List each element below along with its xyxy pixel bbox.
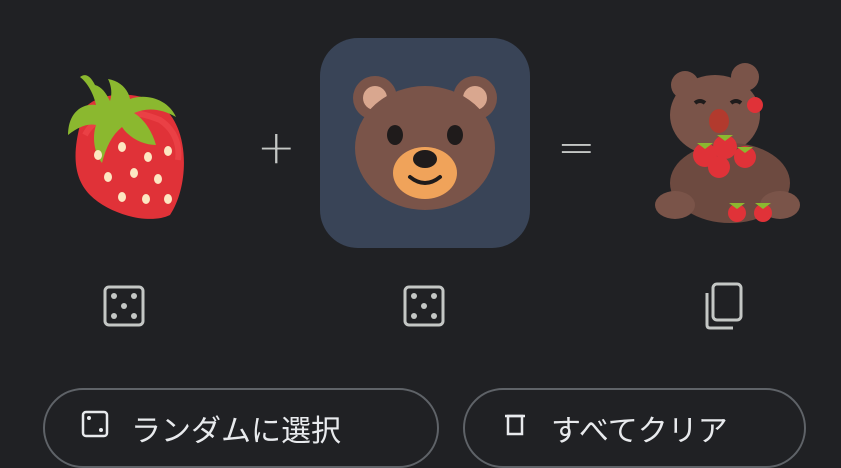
dice-icon	[81, 410, 109, 438]
result-emoji-slot[interactable]	[645, 55, 815, 235]
randomize-left-button[interactable]	[96, 278, 152, 334]
dice-icon	[403, 285, 445, 327]
copy-result-button[interactable]	[694, 278, 750, 334]
random-select-button[interactable]: ランダムに選択	[43, 388, 439, 468]
copy-icon	[705, 282, 743, 330]
bear-with-strawberries-icon	[655, 63, 800, 223]
dice-icon	[103, 285, 145, 327]
clear-icon	[505, 414, 525, 436]
left-emoji-slot[interactable]	[40, 60, 210, 230]
equals-operator: =	[557, 120, 596, 174]
right-emoji-slot[interactable]	[320, 38, 530, 248]
random-select-label: ランダムに選択	[131, 414, 341, 449]
clear-all-button[interactable]: すべてクリア	[463, 388, 806, 468]
clear-all-label: すべてクリア	[551, 414, 728, 449]
plus-operator: +	[257, 120, 296, 174]
bear-face-icon	[353, 76, 497, 210]
randomize-right-button[interactable]	[396, 278, 452, 334]
strawberry-icon	[68, 75, 184, 219]
